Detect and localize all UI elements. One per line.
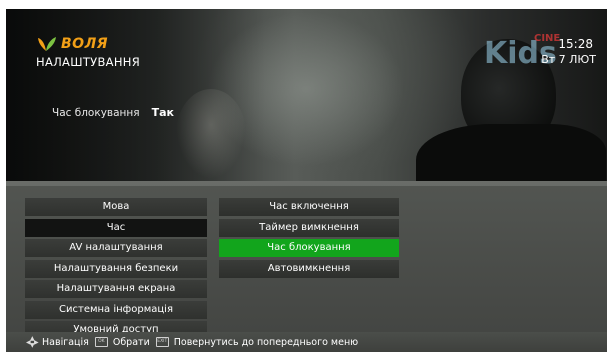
menu-panel: Мова Час AV налаштування Налаштування безпе… [6, 186, 607, 339]
submenu-list: Час включення Таймер вимкнення Час блокува… [219, 198, 399, 280]
settings-menu: Мова Час AV налаштування Налаштування безпе… [6, 181, 607, 339]
submenu-item[interactable]: Таймер вимкнення [219, 218, 399, 237]
status-label: Час блокування [52, 107, 140, 119]
date: Вт 7 ЛЮТ [541, 53, 596, 66]
category-item[interactable]: Мова [25, 198, 207, 216]
video-backdrop: ВОЛЯ НАЛАШТУВАННЯ Час блокування Так Kid… [6, 9, 607, 181]
hint-select: Обрати [112, 336, 150, 348]
submenu-item-selected[interactable]: Час блокування [219, 239, 399, 257]
header-shade [6, 9, 266, 181]
hint-bar: ▲ ▼ ◀ ▶ Навігація OK Обрати EXIT Поверну… [6, 332, 607, 352]
menu-title: НАЛАШТУВАННЯ [36, 55, 141, 69]
brand-name: ВОЛЯ [61, 36, 108, 52]
ok-key-icon: OK [94, 337, 108, 347]
category-item[interactable]: AV налаштування [25, 239, 207, 257]
category-item[interactable]: Налаштування безпеки [25, 259, 207, 278]
tv-screen: ВОЛЯ НАЛАШТУВАННЯ Час блокування Так Kid… [6, 9, 607, 352]
category-item[interactable]: Налаштування екрана [25, 280, 207, 298]
channel-logo-sub: CINE [534, 33, 560, 44]
exit-key-icon: EXIT [155, 337, 169, 347]
person-silhouette-body [416, 124, 606, 181]
channel-logo-icon: Kids CINE [484, 33, 560, 71]
status-value: Так [151, 106, 174, 119]
category-list: Мова Час AV налаштування Налаштування безпе… [25, 198, 207, 342]
category-item[interactable]: Час [25, 218, 207, 237]
clock: 15:28 [558, 37, 593, 51]
hint-back: Повернутись до попереднього меню [173, 336, 359, 348]
leaf-logo-icon [38, 37, 56, 51]
navigation-arrows-icon: ▲ ▼ ◀ ▶ [26, 335, 39, 349]
status-row: Час блокування Так [52, 106, 174, 119]
submenu-item[interactable]: Час включення [219, 198, 399, 216]
submenu-item[interactable]: Автовимкнення [219, 259, 399, 278]
hint-navigate: Навігація [42, 336, 89, 348]
brand-logo: ВОЛЯ [36, 36, 108, 52]
category-item[interactable]: Системна інформація [25, 300, 207, 319]
